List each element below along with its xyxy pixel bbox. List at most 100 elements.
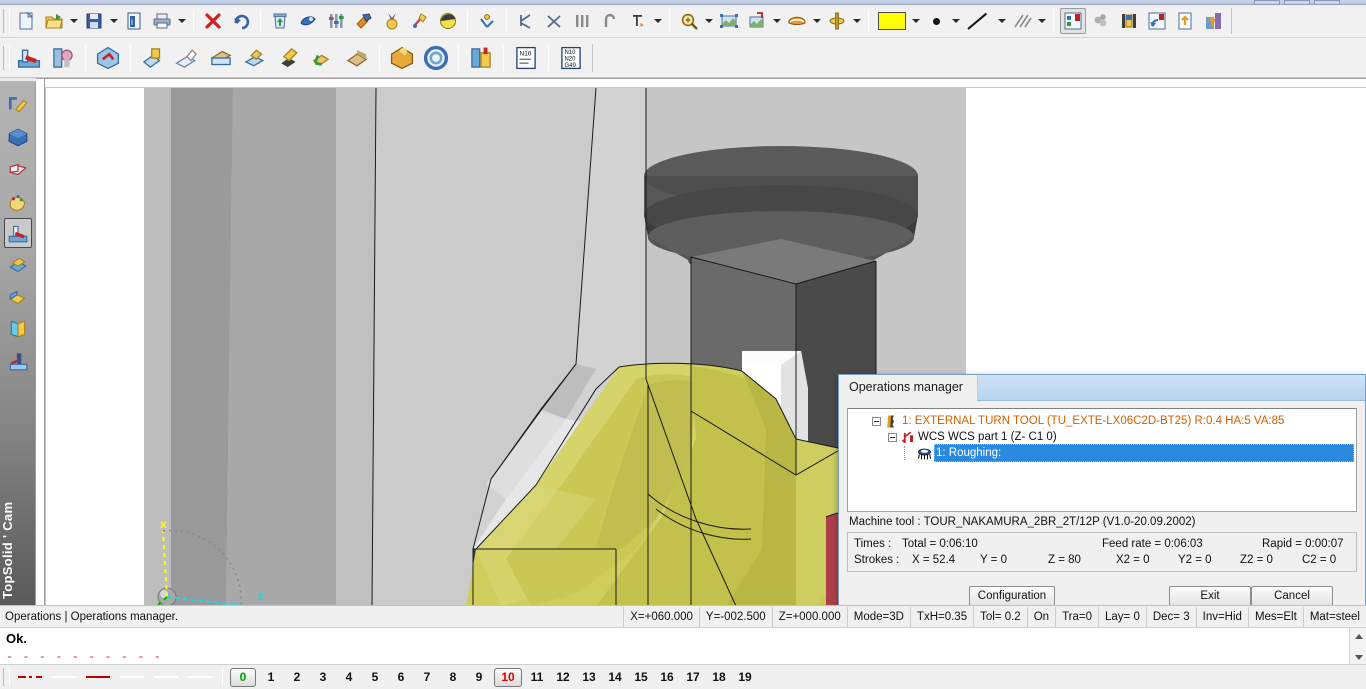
command-area[interactable]: Ok. - - - - - - - - - - (0, 627, 1366, 665)
layer-button-13[interactable]: 13 (578, 668, 600, 687)
zoom-fit-icon[interactable] (716, 8, 742, 34)
layer-button-17[interactable]: 17 (682, 668, 704, 687)
layer-button-10[interactable]: 10 (494, 667, 522, 687)
part-positioning-icon[interactable] (92, 42, 124, 74)
sidebar-item-sketch[interactable] (4, 90, 32, 120)
view-orientation-dropdown-arrow[interactable] (811, 9, 823, 33)
analysis-icon[interactable] (295, 8, 321, 34)
layer-button-1[interactable]: 1 (260, 668, 282, 687)
snap-endpoint-icon[interactable] (513, 8, 539, 34)
operations-manager-icon[interactable] (1060, 8, 1086, 34)
layer-button-18[interactable]: 18 (708, 668, 730, 687)
simulation-icon[interactable] (435, 8, 461, 34)
print-icon[interactable] (149, 8, 175, 34)
layer-button-15[interactable]: 15 (630, 668, 652, 687)
operations-tree[interactable]: 1: EXTERNAL TURN TOOL (TU_EXTE-LX06C2D-B… (847, 408, 1357, 512)
machine-setup-icon[interactable] (13, 42, 45, 74)
scroll-up-icon[interactable] (1353, 631, 1364, 641)
hatch-style-icon[interactable] (1009, 8, 1035, 34)
export-document-icon[interactable] (1172, 8, 1198, 34)
simulate-machining-icon[interactable] (1144, 8, 1170, 34)
point-style-icon[interactable] (923, 8, 949, 34)
tree-node[interactable]: 1: Roughing: (850, 444, 1354, 462)
layer-button-5[interactable]: 5 (364, 668, 386, 687)
recycle-bin-icon[interactable] (267, 8, 293, 34)
cam-toolbar-grip[interactable] (3, 45, 10, 70)
tools-icon[interactable] (407, 8, 433, 34)
zoom-in-icon[interactable] (676, 8, 702, 34)
main-toolbar-grip[interactable] (3, 9, 10, 33)
stock-material-icon[interactable] (1088, 8, 1114, 34)
turning-finishing-icon[interactable] (171, 42, 203, 74)
dialog-titlebar[interactable]: Operations manager (839, 375, 1365, 401)
tool-library-icon[interactable] (465, 42, 497, 74)
layer-button-11[interactable]: 11 (526, 668, 548, 687)
medal-icon[interactable] (379, 8, 405, 34)
sidebar-item-drafting[interactable] (4, 314, 32, 344)
color-swatch[interactable] (875, 8, 909, 34)
hatch-style-dropdown-arrow[interactable] (1036, 9, 1048, 33)
scroll-down-icon[interactable] (1353, 652, 1364, 662)
sidebar-item-sheetmetal[interactable] (4, 154, 32, 184)
tool-holder-icon[interactable] (47, 42, 79, 74)
open-folder-dropdown-arrow[interactable] (68, 9, 80, 33)
layer-button-16[interactable]: 16 (656, 668, 678, 687)
zoom-window-icon[interactable] (744, 8, 770, 34)
nc-program-icon[interactable]: N10 (510, 42, 542, 74)
tree-expander-icon[interactable] (872, 416, 881, 426)
post-processor-icon[interactable] (1200, 8, 1226, 34)
tool-magazine-icon[interactable] (1116, 8, 1142, 34)
open-folder-icon[interactable] (41, 8, 67, 34)
command-scrollbar[interactable] (1349, 628, 1366, 665)
grooving-icon[interactable] (239, 42, 271, 74)
linestyle-dashdot[interactable] (13, 668, 47, 686)
snap-intersection-icon[interactable] (541, 8, 567, 34)
linestyle-blank-2[interactable] (115, 668, 149, 686)
layer-button-12[interactable]: 12 (552, 668, 574, 687)
cancel-button[interactable]: Cancel (1251, 585, 1333, 607)
linestyle-blank-3[interactable] (149, 668, 183, 686)
exit-button[interactable]: Exit (1169, 585, 1251, 607)
threading-icon[interactable] (273, 42, 305, 74)
nc-code-icon[interactable]: N10 N20 G49 (555, 42, 587, 74)
save-dropdown-arrow[interactable] (108, 9, 120, 33)
rotate-view-icon[interactable] (824, 8, 850, 34)
print-dropdown-arrow[interactable] (176, 9, 188, 33)
linestyle-blank-1[interactable] (47, 668, 81, 686)
layer-button-2[interactable]: 2 (286, 668, 308, 687)
point-style-dropdown-arrow[interactable] (950, 9, 962, 33)
new-document-icon[interactable] (13, 8, 39, 34)
hammer-icon[interactable] (351, 8, 377, 34)
facing-icon[interactable] (205, 42, 237, 74)
layer-button-14[interactable]: 14 (604, 668, 626, 687)
zoom-window-dropdown-arrow[interactable] (771, 9, 783, 33)
layer-button-4[interactable]: 4 (338, 668, 360, 687)
sidebar-item-machining[interactable] (3, 218, 32, 248)
drilling-icon[interactable] (307, 42, 339, 74)
sidebar-item-assembly[interactable] (4, 282, 32, 312)
layer-button-3[interactable]: 3 (312, 668, 334, 687)
turning-roughing-icon[interactable] (137, 42, 169, 74)
document-properties-icon[interactable]: i (121, 8, 147, 34)
layer-button-7[interactable]: 7 (416, 668, 438, 687)
linestyle-blank-4[interactable] (183, 668, 217, 686)
view-orientation-icon[interactable] (784, 8, 810, 34)
tree-node[interactable]: WCS WCS part 1 (Z- C1 0) (850, 429, 1354, 445)
color-swatch-dropdown-arrow[interactable] (910, 9, 922, 33)
save-icon[interactable] (81, 8, 107, 34)
tree-expander-icon[interactable] (888, 432, 897, 442)
layer-button-9[interactable]: 9 (468, 668, 490, 687)
line-style-icon[interactable] (963, 8, 995, 34)
stock-definition-icon[interactable] (386, 42, 418, 74)
undo-icon[interactable] (228, 8, 254, 34)
configuration-button[interactable]: Configuration (969, 585, 1055, 607)
layer-button-19[interactable]: 19 (734, 668, 756, 687)
sidebar-item-mold[interactable] (4, 250, 32, 280)
delete-icon[interactable] (200, 8, 226, 34)
snap-midpoint-icon[interactable] (569, 8, 595, 34)
operations-manager-dialog[interactable]: Operations manager 1: EXTERNAL TURN TOOL… (838, 374, 1366, 614)
snap-settings-dropdown-arrow[interactable] (652, 9, 664, 33)
layer-button-8[interactable]: 8 (442, 668, 464, 687)
coordinate-system-icon[interactable] (474, 8, 500, 34)
snap-settings-icon[interactable] (625, 8, 651, 34)
